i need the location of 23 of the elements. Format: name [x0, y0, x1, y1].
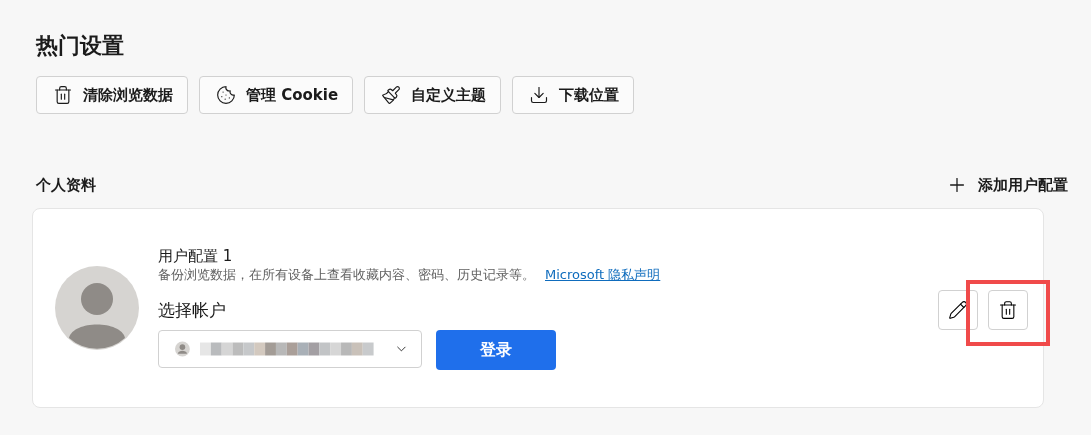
pencil-icon — [948, 300, 968, 320]
privacy-link[interactable]: Microsoft 隐私声明 — [545, 267, 661, 282]
trash-icon — [53, 85, 73, 105]
delete-button[interactable] — [988, 290, 1028, 330]
profile-name: 用户配置 1 — [158, 246, 234, 266]
add-profile-button[interactable]: 添加用户配置 — [946, 174, 1068, 196]
page-title: 热门设置 — [36, 32, 125, 60]
avatar-icon — [55, 266, 139, 350]
paintbrush-icon — [381, 85, 402, 105]
trash-icon — [998, 300, 1018, 320]
quick-action-button[interactable]: 自定义主题 — [364, 76, 502, 114]
download-icon — [529, 85, 550, 105]
sign-in-button[interactable]: 登录 — [436, 330, 556, 370]
user-icon — [175, 341, 190, 357]
quick-action-button[interactable]: 管理 Cookie — [199, 76, 354, 114]
quick-action-button[interactable]: 下载位置 — [512, 76, 635, 114]
cookie-icon — [216, 85, 236, 105]
profile-description: 备份浏览数据，在所有设备上查看收藏内容、密码、历史记录等。 Microsoft 隐私声明 — [158, 266, 662, 284]
edit-button[interactable] — [938, 290, 978, 330]
section-title: 个人资料 — [36, 175, 96, 195]
quick-action-button[interactable]: 清除浏览数据 — [36, 76, 188, 114]
account-dropdown[interactable] — [158, 330, 422, 368]
account-label: 选择帐户 — [158, 299, 227, 322]
